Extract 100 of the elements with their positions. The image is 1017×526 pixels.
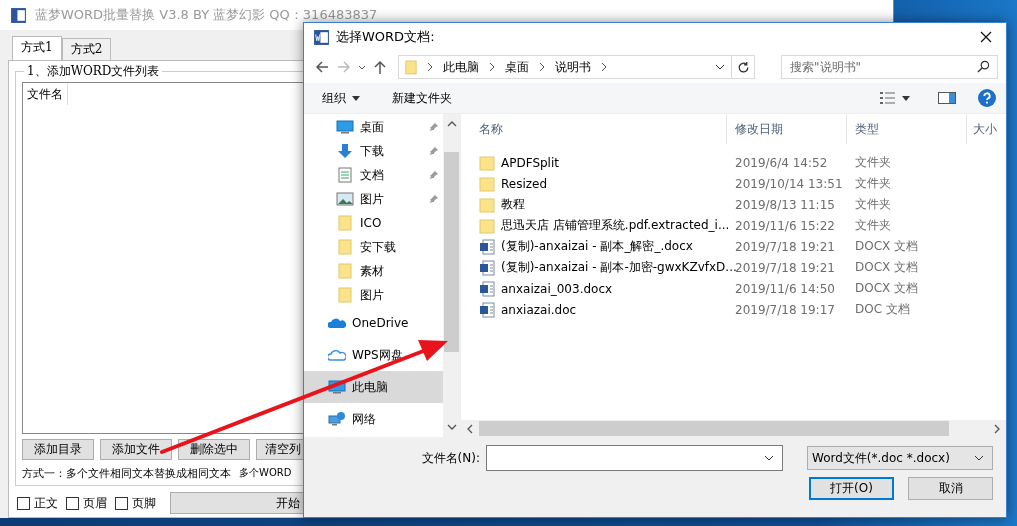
filename-label: 文件名(N): (421, 449, 480, 467)
scrollbar[interactable] (461, 420, 1006, 437)
file-type-dropdown[interactable]: Word文件(*.doc *.docx) (807, 446, 993, 470)
mode-description: 多个WORD (239, 466, 292, 480)
nav-item[interactable]: 素材 (304, 259, 443, 283)
document-icon (479, 301, 495, 318)
nav-item[interactable]: OneDrive (304, 307, 443, 339)
checkbox[interactable] (115, 496, 128, 510)
breadcrumb[interactable]: 桌面 (505, 58, 529, 76)
file-row[interactable]: 思迅天店 店铺管理系统.pdf.extracted_i... 2019/11/6 15:22 文件夹 (467, 215, 1006, 236)
file-type: DOCX 文档 (854, 280, 920, 297)
file-type: DOCX 文档 (854, 238, 920, 255)
nav-item[interactable]: 安下载 (304, 235, 443, 259)
document-icon (479, 259, 495, 276)
chevron-icon (489, 62, 495, 72)
tab[interactable]: 方式1 (12, 36, 62, 60)
nav-item[interactable]: 此电脑 (304, 371, 443, 403)
breadcrumb[interactable]: 此电脑 (443, 58, 479, 76)
up-arrow-icon[interactable] (372, 59, 388, 75)
view-options-icon[interactable] (880, 91, 896, 105)
tab[interactable]: 方式2 (61, 38, 112, 60)
caret-icon[interactable] (902, 95, 910, 101)
file-row[interactable]: anxaizai_003.docx 2019/11/6 14:50 DOCX 文档 (467, 278, 1006, 299)
file-row[interactable]: (复制)-anxaizai - 副本-加密-gwxKZvfxD...2019/7/18 19:21 DOCX 文档 (467, 257, 1006, 278)
down-arrow-icon (336, 143, 354, 159)
organize-menu[interactable]: 组织 (322, 89, 346, 107)
chevron-icon (539, 62, 545, 72)
nav-item[interactable]: 下载 (304, 139, 443, 163)
pin-icon[interactable] (429, 146, 439, 156)
column-header[interactable]: 类型 (847, 114, 967, 144)
modified-date: 2019/6/4 14:52 (734, 155, 829, 170)
network-icon (328, 411, 346, 427)
group-title: 1、添加WORD文件列表 (24, 64, 163, 78)
filename-field[interactable] (486, 445, 783, 471)
word-icon (313, 28, 330, 46)
search-field[interactable]: 搜索"说明书" (781, 55, 998, 79)
nav-item[interactable]: 文档 (304, 163, 443, 187)
file-name: anxiazai.doc (501, 302, 577, 317)
modified-date: 2019/7/18 19:17 (734, 302, 836, 317)
file-name: Resized (501, 176, 548, 191)
column-header[interactable]: 修改日期 (727, 114, 847, 144)
column-header[interactable]: 名称 (467, 114, 727, 144)
checkbox-label: 页脚 (132, 494, 156, 512)
caret-icon[interactable] (352, 95, 360, 101)
modified-date: 2019/11/6 15:22 (734, 218, 836, 233)
new-folder-button[interactable]: 新建文件夹 (392, 89, 452, 107)
cancel-button[interactable]: 取消 (908, 477, 993, 500)
action-button[interactable]: 添加文件 (100, 439, 172, 460)
file-row[interactable]: Resized 2019/10/14 13:51 文件夹 (467, 173, 1006, 194)
scroll-right-icon[interactable] (994, 423, 1000, 434)
nav-item[interactable]: 图片 (304, 187, 443, 211)
back-arrow-icon[interactable] (314, 59, 330, 75)
monitor-icon (328, 379, 346, 395)
checkbox[interactable] (66, 496, 79, 510)
checkbox[interactable] (17, 496, 30, 510)
nav-item[interactable]: 网络 (304, 403, 443, 435)
pin-icon[interactable] (429, 194, 439, 204)
document-icon (479, 238, 495, 255)
folder-icon (336, 263, 354, 279)
dialog-title: 选择WORD文档: (336, 28, 436, 46)
column-header[interactable]: 大小 (967, 114, 1006, 144)
scroll-up-icon[interactable] (446, 121, 457, 127)
chevron-icon (427, 62, 433, 72)
address-bar[interactable]: 此电脑 桌面 说明书 (398, 55, 732, 79)
monitor-icon (336, 119, 354, 135)
nav-item[interactable]: 图片 (304, 283, 443, 307)
nav-item[interactable]: 桌面 (304, 115, 443, 139)
scroll-left-icon[interactable] (467, 423, 473, 434)
folder-icon (479, 217, 495, 234)
cloud-icon (328, 347, 346, 363)
column-header[interactable]: 文件名 (23, 83, 68, 105)
pin-icon[interactable] (429, 122, 439, 132)
scrollbar[interactable] (443, 114, 460, 437)
action-button[interactable]: 清空列 (256, 439, 304, 460)
preview-pane-icon[interactable] (938, 92, 956, 104)
file-row[interactable]: APDFSplit 2019/6/4 14:52 文件夹 (467, 152, 1006, 173)
file-name: (复制)-anxaizai - 副本_解密_.docx (501, 238, 693, 255)
close-icon[interactable] (980, 31, 992, 43)
chevron-icon (601, 62, 607, 72)
open-button[interactable]: 打开(O) (809, 477, 894, 500)
action-button[interactable]: 删除选中 (178, 439, 250, 460)
pin-icon[interactable] (429, 170, 439, 180)
file-row[interactable]: (复制)-anxaizai - 副本_解密_.docx 2019/7/18 19:21 DOCX 文档 (467, 236, 1006, 257)
modified-date: 2019/8/13 11:15 (734, 197, 836, 212)
file-row[interactable]: 教程 2019/8/13 11:15 文件夹 (467, 194, 1006, 215)
picture-icon (336, 191, 354, 207)
file-name: 教程 (501, 196, 525, 213)
scroll-down-icon[interactable] (446, 424, 457, 430)
refresh-button[interactable] (731, 55, 755, 79)
help-icon[interactable] (978, 89, 996, 107)
nav-item[interactable]: ICO (304, 211, 443, 235)
folder-icon (479, 154, 495, 171)
action-button[interactable]: 添加目录 (22, 439, 94, 460)
file-type: 文件夹 (854, 175, 892, 192)
caret-icon[interactable] (358, 63, 366, 71)
file-row[interactable]: anxiazai.doc 2019/7/18 19:17 DOC 文档 (467, 299, 1006, 320)
breadcrumb[interactable]: 说明书 (555, 58, 591, 76)
folder-icon (479, 196, 495, 213)
refresh-icon (736, 60, 750, 74)
folder-icon (479, 175, 495, 192)
